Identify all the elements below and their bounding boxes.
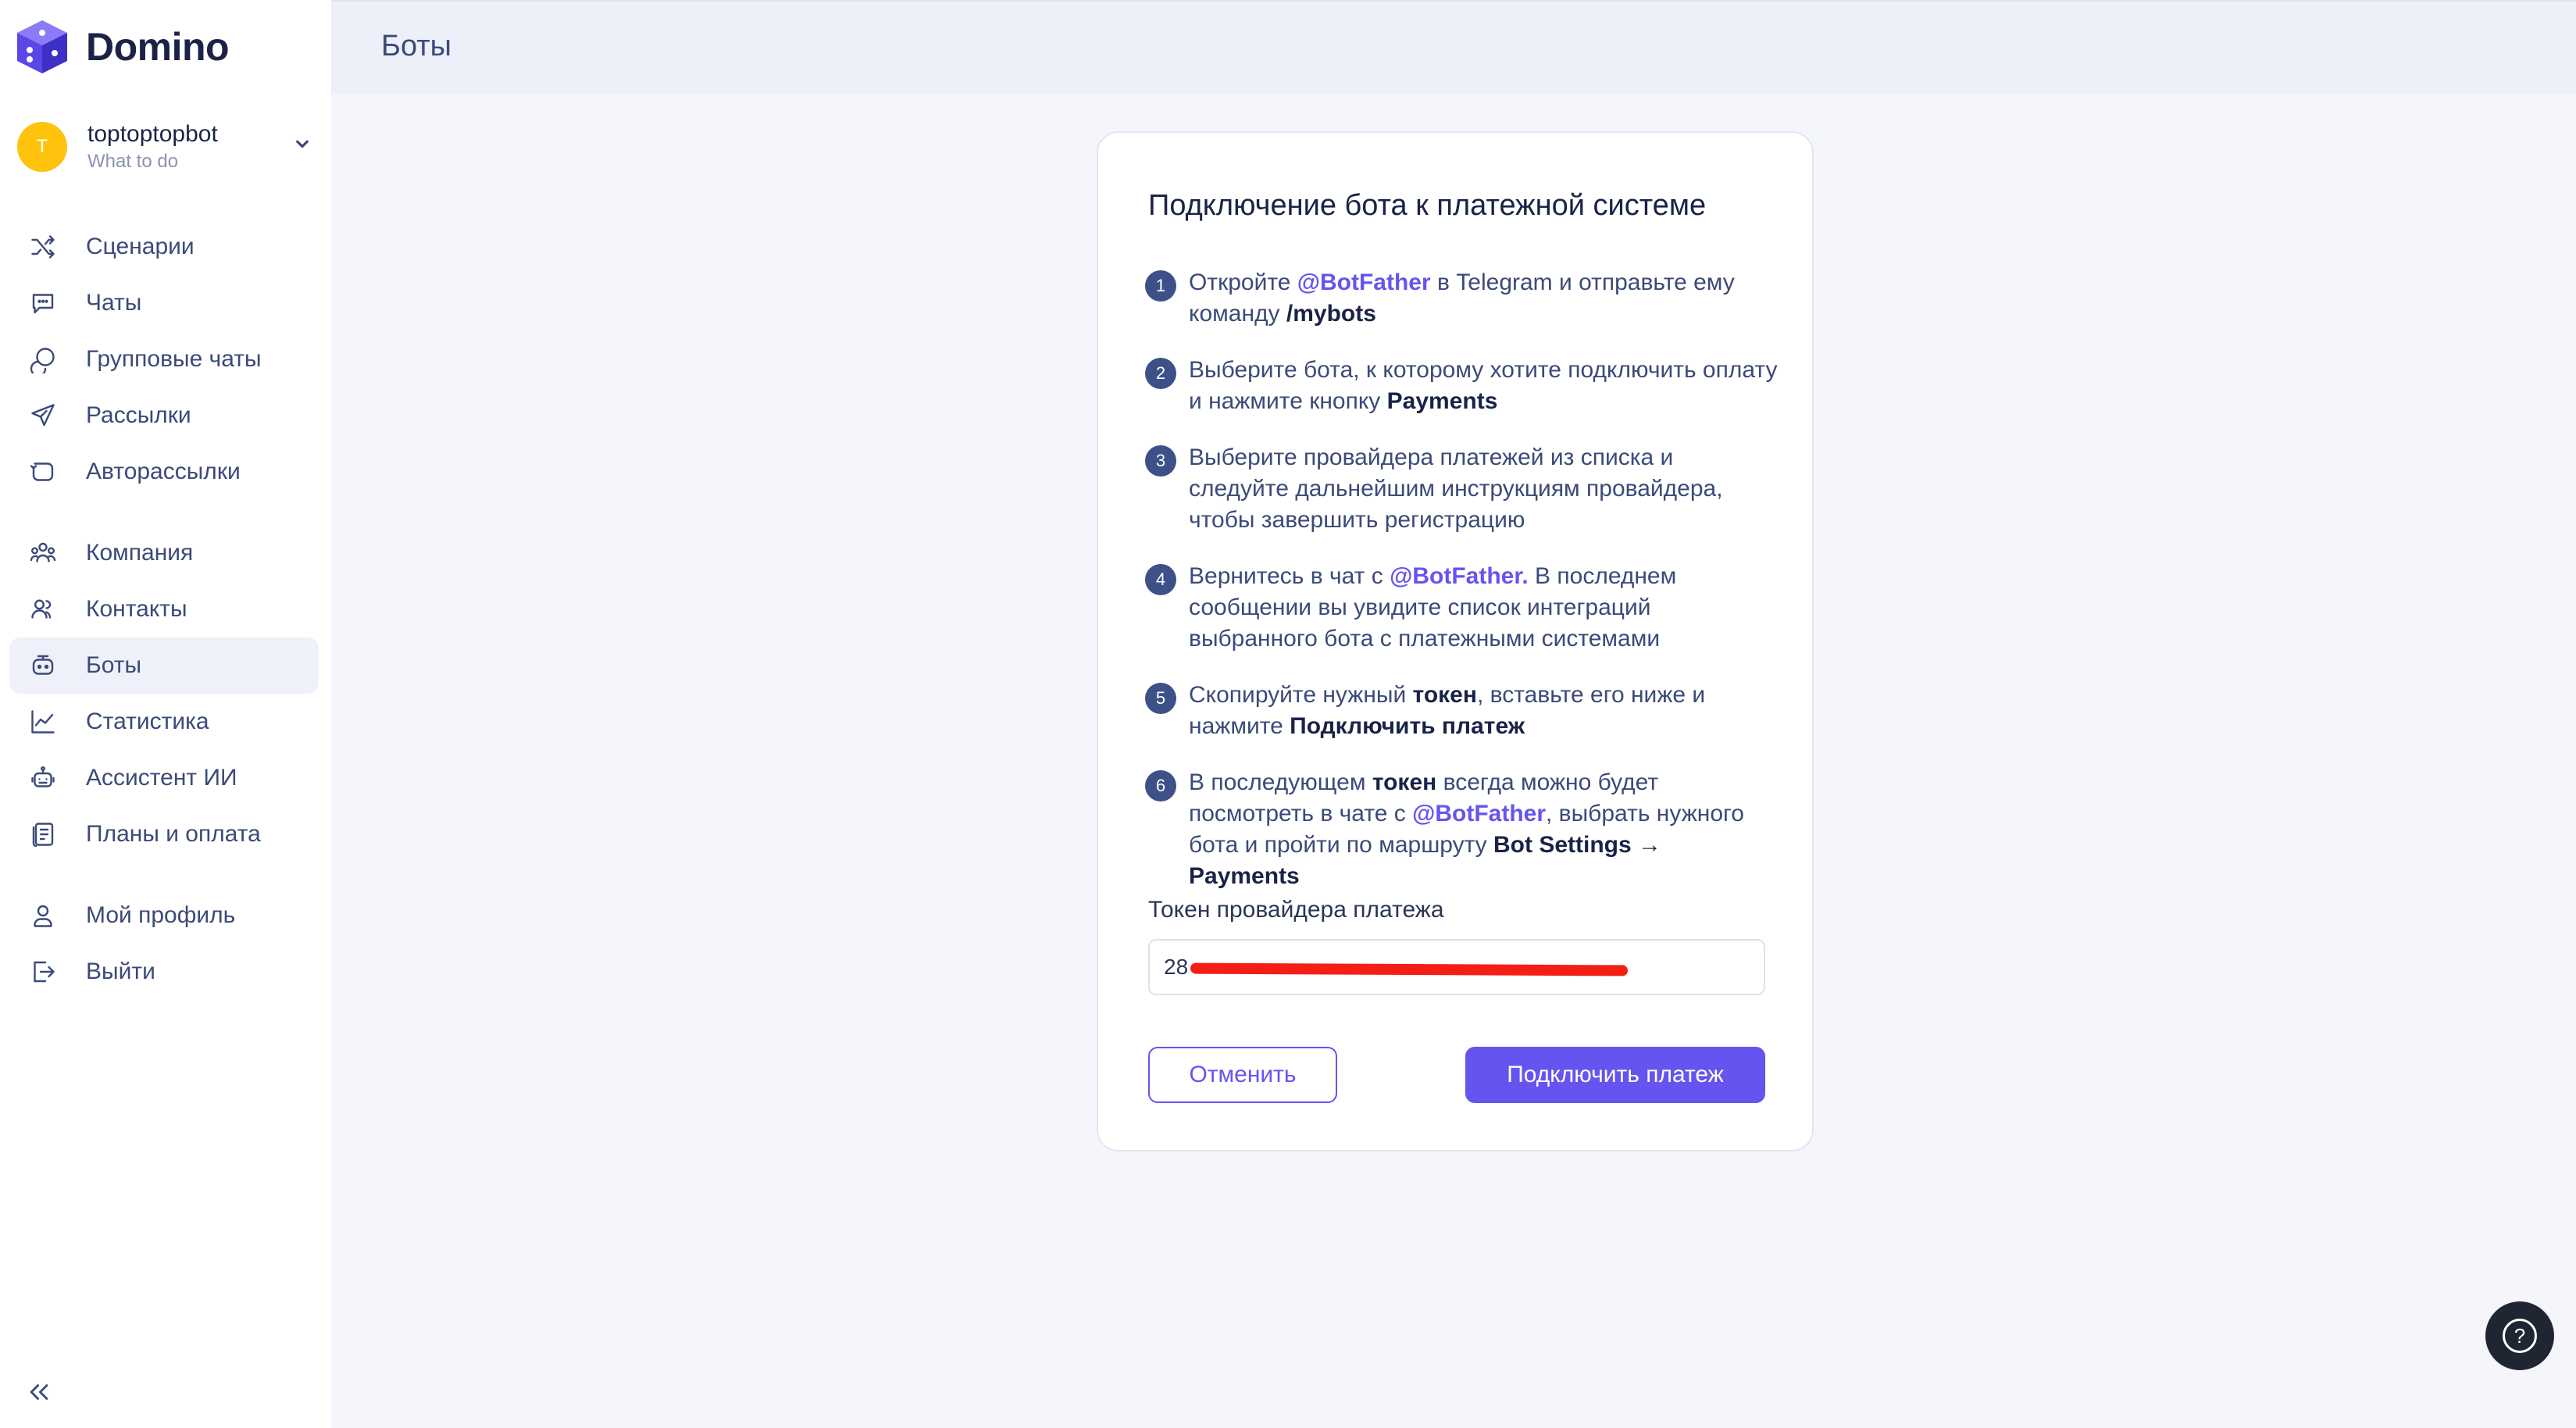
- help-button[interactable]: ?: [2485, 1301, 2554, 1370]
- sidebar-item-label: Рассылки: [86, 402, 191, 428]
- shuffle-icon: [27, 230, 59, 263]
- domino-logo-icon: [17, 20, 67, 73]
- connect-payment-button[interactable]: Подключить платеж: [1465, 1047, 1765, 1103]
- step-text: В последующем токен всегда можно будет п…: [1189, 769, 1744, 889]
- group-chat-icon: [27, 343, 59, 376]
- sidebar-item-label: Сценарии: [86, 234, 194, 259]
- avatar: T: [17, 122, 67, 172]
- sidebar-item-profile[interactable]: Мой профиль: [9, 887, 319, 944]
- sidebar-item-company[interactable]: Компания: [9, 525, 319, 581]
- sidebar-item-label: Выйти: [86, 959, 155, 984]
- sidebar-item-label: Мой профиль: [86, 902, 236, 928]
- card-title: Подключение бота к платежной системе: [1148, 189, 1707, 222]
- sidebar-item-group-chats[interactable]: Групповые чаты: [9, 331, 319, 387]
- send-icon: [27, 399, 59, 432]
- billing-icon: [27, 818, 59, 851]
- botfather-link[interactable]: @BotFather.: [1390, 563, 1529, 589]
- step-6: 6 В последующем токен всегда можно будет…: [1145, 767, 1778, 892]
- sidebar-item-ai-assistant[interactable]: Ассистент ИИ: [9, 750, 319, 806]
- step-number: 2: [1145, 358, 1176, 389]
- contacts-icon: [27, 593, 59, 626]
- sidebar-item-billing[interactable]: Планы и оплата: [9, 806, 319, 862]
- step-text: Вернитесь в чат с @BotFather. В последне…: [1189, 563, 1677, 652]
- stats-icon: [27, 705, 59, 738]
- app-name: Domino: [86, 25, 230, 69]
- sidebar-item-label: Чаты: [86, 290, 142, 316]
- sidebar-item-label: Авторассылки: [86, 459, 241, 484]
- sidebar-item-scenarios[interactable]: Сценарии: [9, 219, 319, 275]
- step-number: 5: [1145, 683, 1176, 714]
- step-5: 5 Скопируйте нужный токен, вставьте его …: [1145, 680, 1778, 742]
- chat-icon: [27, 287, 59, 320]
- step-number: 3: [1145, 445, 1176, 477]
- step-4: 4 Вернитесь в чат с @BotFather. В послед…: [1145, 561, 1778, 655]
- sidebar-item-label: Контакты: [86, 596, 187, 622]
- sidebar-nav: Сценарии Чаты Групповые чаты Рассылки Ав…: [9, 219, 319, 1000]
- sidebar-item-broadcasts[interactable]: Рассылки: [9, 387, 319, 444]
- ai-assistant-icon: [27, 762, 59, 794]
- botfather-link[interactable]: @BotFather: [1297, 270, 1431, 295]
- step-3: 3 Выберите провайдера платежей из списка…: [1145, 442, 1778, 536]
- sidebar-item-label: Статистика: [86, 709, 209, 734]
- account-subtitle: What to do: [87, 151, 179, 172]
- auto-send-icon: [27, 455, 59, 488]
- token-field-label: Токен провайдера платежа: [1148, 897, 1444, 923]
- payment-connect-card: Подключение бота к платежной системе 1 О…: [1097, 131, 1814, 1151]
- sidebar-item-label: Планы и оплата: [86, 821, 261, 847]
- step-number: 4: [1145, 564, 1176, 595]
- profile-icon: [27, 899, 59, 932]
- account-name: toptoptopbot: [87, 121, 218, 147]
- step-text: Скопируйте нужный токен, вставьте его ни…: [1189, 682, 1706, 739]
- sidebar-item-contacts[interactable]: Контакты: [9, 581, 319, 637]
- bot-icon: [27, 649, 59, 682]
- step-number: 6: [1145, 770, 1176, 801]
- page-header: Боты: [331, 0, 2576, 94]
- account-switcher[interactable]: T toptoptopbot What to do: [17, 117, 314, 177]
- botfather-link[interactable]: @BotFather: [1412, 801, 1546, 826]
- page-title: Боты: [381, 30, 451, 62]
- question-icon: ?: [2503, 1319, 2537, 1353]
- redaction-mark: [1190, 962, 1629, 976]
- instruction-steps: 1 Откройте @BotFather в Telegram и отпра…: [1145, 267, 1778, 917]
- sidebar-item-label: Групповые чаты: [86, 346, 262, 372]
- step-2: 2 Выберите бота, к которому хотите подкл…: [1145, 355, 1778, 417]
- chevron-down-icon: [296, 140, 309, 148]
- sidebar-item-label: Компания: [86, 540, 194, 566]
- collapse-sidebar-button[interactable]: [23, 1376, 55, 1408]
- cancel-button[interactable]: Отменить: [1148, 1047, 1337, 1103]
- logout-icon: [27, 955, 59, 988]
- sidebar-item-bots[interactable]: Боты: [9, 637, 319, 694]
- sidebar-item-label: Ассистент ИИ: [86, 765, 237, 791]
- logo[interactable]: Domino: [16, 19, 230, 75]
- step-number: 1: [1145, 270, 1176, 302]
- sidebar-item-auto-broadcasts[interactable]: Авторассылки: [9, 444, 319, 500]
- chevrons-left-icon: [30, 1384, 48, 1400]
- step-text: Выберите бота, к которому хотите подключ…: [1189, 357, 1778, 414]
- sidebar-item-label: Боты: [86, 652, 142, 678]
- step-text: Выберите провайдера платежей из списка и…: [1189, 444, 1723, 533]
- step-text: Откройте @BotFather в Telegram и отправь…: [1189, 270, 1735, 327]
- sidebar-item-statistics[interactable]: Статистика: [9, 694, 319, 750]
- sidebar: Domino T toptoptopbot What to do Сценари…: [0, 0, 331, 1428]
- step-1: 1 Откройте @BotFather в Telegram и отпра…: [1145, 267, 1778, 330]
- company-icon: [27, 537, 59, 569]
- sidebar-item-logout[interactable]: Выйти: [9, 944, 319, 1000]
- sidebar-item-chats[interactable]: Чаты: [9, 275, 319, 331]
